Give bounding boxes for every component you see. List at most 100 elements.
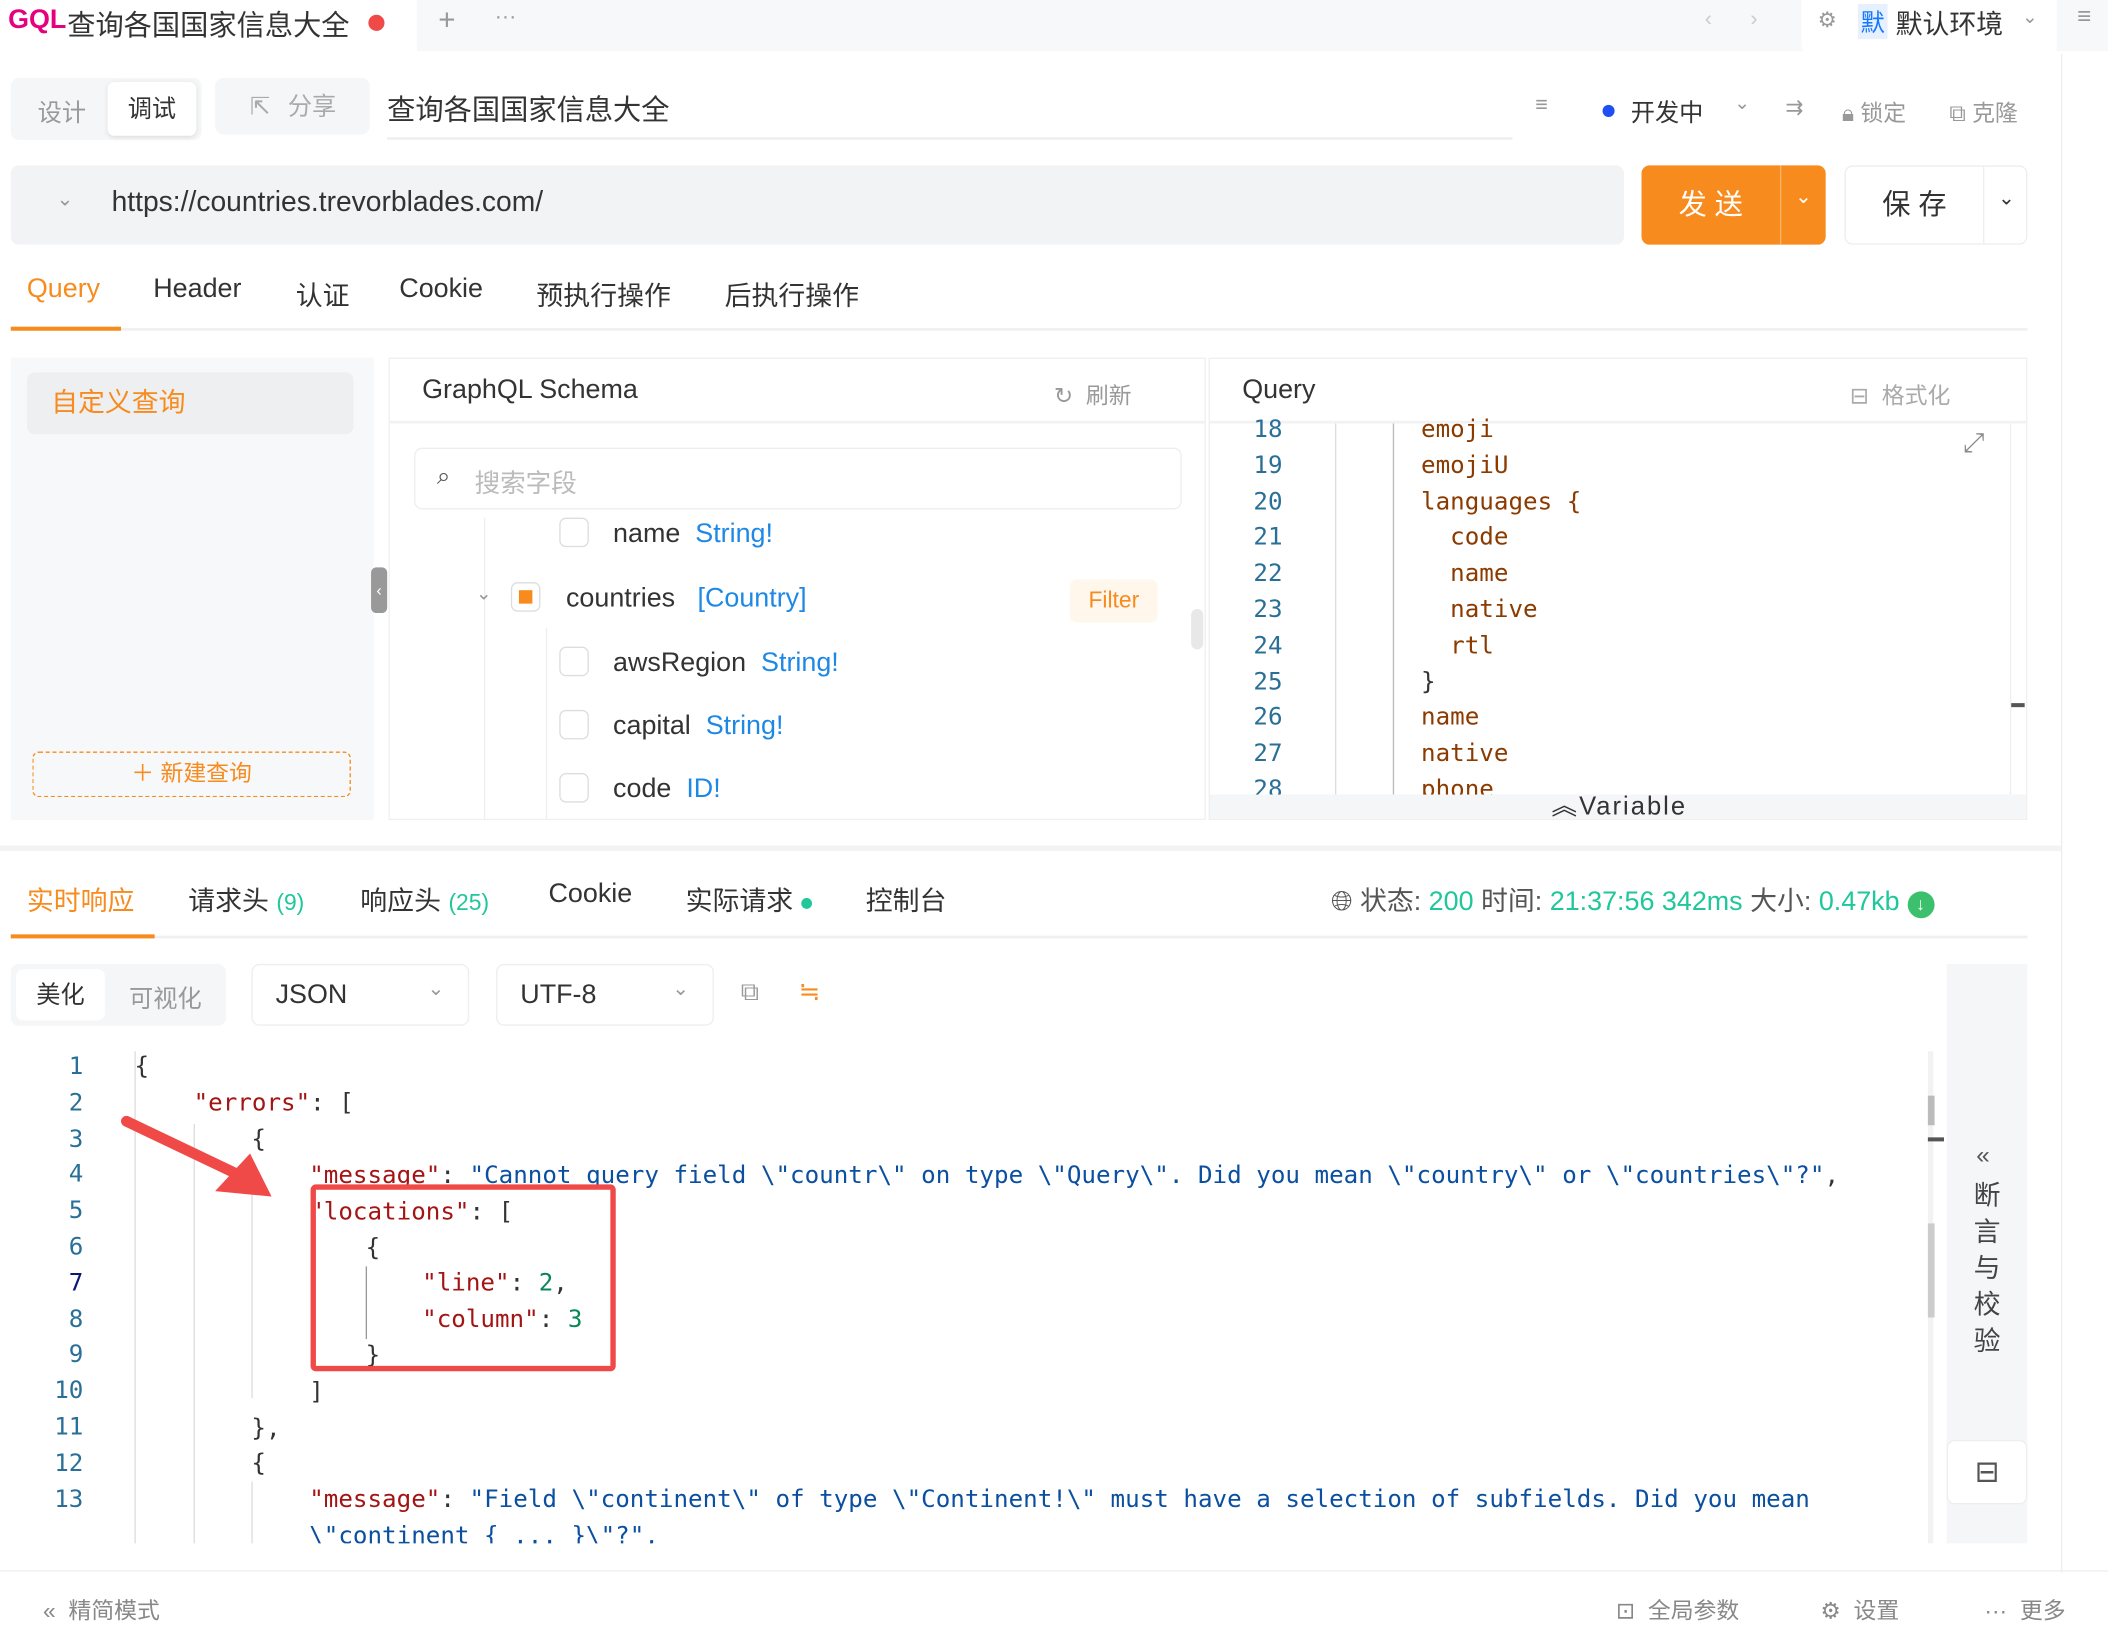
schema-search-input[interactable]: ⌕ 搜索字段 [414,448,1182,510]
field-checkbox[interactable] [559,647,589,677]
visualize-tab[interactable]: 可视化 [129,980,202,1015]
send-options-chevron-icon[interactable]: ⌄ [1781,184,1825,208]
scroll-marker [2011,703,2024,707]
outline-icon[interactable]: ⇉ [1785,94,1803,121]
clone-icon: ⧉ [1949,101,1965,127]
schema-field-row[interactable]: capital String! [613,711,783,742]
tab-cookie[interactable]: Cookie [399,274,483,305]
settings-button[interactable]: ⚙ 设置 [1820,1592,1899,1626]
line-number: 25 [1229,668,1283,696]
tab-console[interactable]: 控制台 [866,879,947,918]
settings-label: 设置 [1854,1598,1900,1624]
field-checkbox[interactable] [559,518,589,548]
double-chevron-up-icon: ︽ [1552,793,1580,820]
dev-status-select[interactable]: 开发中 [1631,94,1704,129]
clone-button[interactable]: ⧉ 克隆 [1949,94,2017,128]
tab-pre-script[interactable]: 预执行操作 [536,274,670,313]
tab-request-headers[interactable]: 请求头 (9) [188,879,304,918]
panel-divider[interactable] [0,846,2061,851]
chevron-down-icon[interactable]: ⌄ [1734,91,1750,114]
url-input[interactable]: https://countries.trevorblades.com/ [112,187,544,219]
field-type: ID! [686,774,720,804]
line-number: 6 [30,1233,84,1261]
line-number: 7 [30,1269,84,1297]
wrap-lines-icon[interactable]: ≒ [799,977,820,1008]
save-options-chevron-icon[interactable]: ⌄ [1984,186,2028,210]
send-button[interactable]: 发 送 [1642,165,1780,244]
tab-auth[interactable]: 认证 [296,274,350,313]
code-line: name [1421,704,1479,732]
tab-response-headers[interactable]: 响应头 (25) [360,879,489,918]
indent-guide [251,1482,252,1544]
simple-mode-button[interactable]: « 精简模式 [43,1592,160,1626]
tab-realtime-response[interactable]: 实时响应 [27,879,135,918]
refresh-label: 刷新 [1086,383,1132,409]
lock-button[interactable]: 🔒︎ 锁定 [1842,94,1906,128]
menu-icon[interactable]: ≡ [2077,3,2091,31]
tab-query[interactable]: Query [27,274,100,305]
description-icon[interactable]: ≡ [1535,94,1548,118]
variable-toggle[interactable]: ︽Variable [1210,795,2027,821]
line-number: 22 [1229,560,1283,588]
global-params-button[interactable]: ⊡ 全局参数 [1616,1592,1739,1626]
tree-guide [546,628,547,820]
schema-field-row[interactable]: awsRegion String! [613,648,839,679]
mode-switch: 设计 调试 [11,78,202,140]
refresh-button[interactable]: ↻ 刷新 [1054,376,1132,410]
format-select[interactable]: JSON ⌄ [251,964,469,1026]
expand-chevron-icon[interactable]: ⌄ [476,582,492,605]
save-button[interactable]: 保 存 [1846,167,1983,244]
query-title: Query [1242,375,1315,406]
layout-icon[interactable]: ⊟ [1947,1440,2028,1505]
nav-back-icon[interactable]: ‹ [1705,8,1712,32]
format-value: JSON [276,980,348,1011]
status-code: 200 [1429,887,1474,917]
double-chevron-left-icon: « [43,1598,56,1624]
code-line: languages { [1421,487,1581,515]
add-tab-icon[interactable]: + [438,3,455,38]
filter-button[interactable]: Filter [1070,579,1157,622]
beautify-tab[interactable]: 美化 [16,969,105,1020]
field-checkbox[interactable] [511,582,541,612]
field-checkbox[interactable] [559,773,589,803]
code-line: }, [251,1414,280,1442]
field-checkbox[interactable] [559,710,589,740]
schema-field-row[interactable]: countries [Country] [566,583,807,614]
collapse-handle[interactable]: ‹ [371,567,387,613]
line-number: 5 [30,1197,84,1225]
more-button[interactable]: ··· 更多 [1984,1592,2065,1626]
assertion-side-panel[interactable]: « 断言与校验 ⊟ [1947,964,2028,1543]
scrollbar[interactable] [1191,609,1203,649]
mode-debug-tab[interactable]: 调试 [108,82,197,136]
format-button[interactable]: ⊟ 格式化 [1850,376,1950,410]
field-type: [Country] [698,583,807,613]
schema-field-row[interactable]: name String! [613,519,773,550]
nav-forward-icon[interactable]: › [1750,8,1757,32]
new-query-button[interactable]: ＋ 新建查询 [32,752,351,798]
encoding-select[interactable]: UTF-8 ⌄ [496,964,714,1026]
code-line: \"continent { ... }\"?", [309,1522,659,1544]
code-punct: : [ [310,1089,354,1117]
expand-icon[interactable]: ⤢ [1963,429,1985,460]
tab-actual-request[interactable]: 实际请求 [686,879,812,918]
tab-header[interactable]: Header [153,274,241,305]
annotation-highlight-box [311,1184,616,1371]
mode-design-tab[interactable]: 设计 [38,94,86,129]
share-button[interactable]: ⇱ 分享 [215,78,370,134]
method-chevron-icon[interactable]: ⌄ [56,187,73,211]
copy-icon[interactable]: ⧉ [741,979,759,1009]
schema-field-row[interactable]: code ID! [613,774,721,805]
more-tabs-icon[interactable]: ··· [495,5,516,29]
download-icon[interactable]: ↓ [1907,891,1934,918]
request-title-input[interactable]: 查询各国国家信息大全 [387,89,1512,140]
more-icon: ··· [1984,1598,2007,1624]
request-tab-title[interactable]: 查询各国国家信息大全 [67,4,349,44]
scrollbar-track[interactable] [2010,423,2011,794]
env-selector[interactable]: ⚙ 默 默认环境 ⌄ [1801,0,2056,54]
custom-query-item[interactable]: 自定义查询 [27,372,354,434]
global-params-label: 全局参数 [1648,1598,1739,1624]
line-number: 20 [1229,487,1283,515]
line-number: 12 [30,1449,84,1477]
tab-cookie[interactable]: Cookie [549,879,633,910]
tab-post-script[interactable]: 后执行操作 [725,274,859,313]
